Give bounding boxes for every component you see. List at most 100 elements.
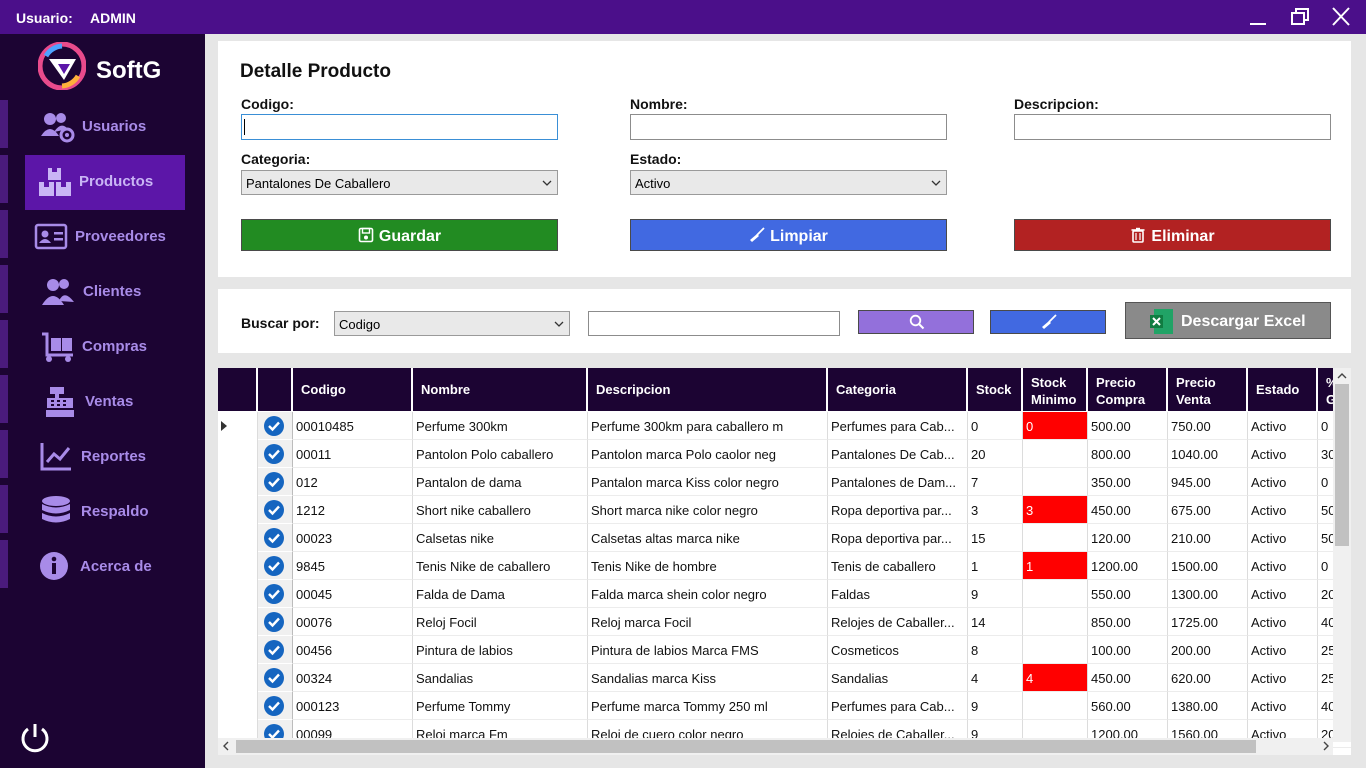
table-row[interactable]: 00011 Pantolon Polo caballero Pantolon mar…: [218, 440, 1351, 468]
maximize-button[interactable]: [1285, 4, 1315, 30]
column-header[interactable]: Categoria: [828, 368, 968, 411]
sidebar-item-clientes[interactable]: Clientes: [0, 265, 205, 320]
descargar-excel-button[interactable]: Descargar Excel: [1125, 302, 1331, 339]
row-selector[interactable]: [218, 440, 258, 468]
select-checkbox[interactable]: [258, 552, 293, 580]
search-button[interactable]: [858, 310, 974, 334]
select-checkbox[interactable]: [258, 440, 293, 468]
select-checkbox[interactable]: [258, 636, 293, 664]
cell-value: Activo: [1251, 615, 1287, 630]
table-row[interactable]: 1212 Short nike caballero Short marca nike…: [218, 496, 1351, 524]
estado-select[interactable]: Activo: [630, 170, 947, 195]
column-header[interactable]: Precio Compra: [1088, 368, 1168, 411]
row-selector[interactable]: [218, 692, 258, 720]
row-selector[interactable]: [218, 608, 258, 636]
estado-value: Activo: [635, 176, 671, 191]
select-checkbox[interactable]: [258, 412, 293, 440]
table-cell: 500.00: [1088, 412, 1168, 440]
sidebar-item-usuarios[interactable]: Usuarios: [0, 100, 205, 155]
column-header-label: Stock Minimo: [1031, 375, 1077, 407]
sidebar-item-productos[interactable]: Productos: [0, 155, 205, 210]
search-input[interactable]: [588, 311, 840, 336]
row-selector[interactable]: [218, 496, 258, 524]
scroll-left-icon[interactable]: [220, 740, 232, 752]
eliminar-button[interactable]: Eliminar: [1014, 219, 1331, 251]
row-selector[interactable]: [218, 552, 258, 580]
select-checkbox[interactable]: [258, 664, 293, 692]
column-header[interactable]: Descripcion: [588, 368, 828, 411]
cell-value: 945.00: [1171, 475, 1211, 490]
select-checkbox[interactable]: [258, 524, 293, 552]
column-header[interactable]: Estado: [1248, 368, 1318, 411]
column-header[interactable]: Stock Minimo: [1023, 368, 1088, 411]
products-table: Codigo Nombre Descripcion Categoria Stock Sto…: [218, 368, 1351, 755]
horizontal-scrollbar[interactable]: [218, 738, 1333, 755]
scroll-right-icon[interactable]: [1320, 740, 1332, 752]
table-row[interactable]: 9845 Tenis Nike de caballero Tenis Nike de…: [218, 552, 1351, 580]
select-checkbox[interactable]: [258, 692, 293, 720]
limpiar-button[interactable]: Limpiar: [630, 219, 947, 251]
row-selector[interactable]: [218, 664, 258, 692]
table-cell: Perfume Tommy: [413, 692, 588, 720]
column-header[interactable]: Codigo: [293, 368, 413, 411]
column-header[interactable]: Stock: [968, 368, 1023, 411]
cell-value: 1: [1026, 559, 1034, 574]
table-row[interactable]: 00010485 Perfume 300km Perfume 300km para …: [218, 412, 1351, 440]
vertical-scrollbar[interactable]: [1333, 368, 1351, 742]
table-cell: 1500.00: [1168, 552, 1248, 580]
table-cell: 20: [968, 440, 1023, 468]
row-selector[interactable]: [218, 412, 258, 440]
sidebar-item-acerca-de[interactable]: Acerca de: [0, 540, 205, 595]
table-row[interactable]: 012 Pantalon de dama Pantalon marca Kiss …: [218, 468, 1351, 496]
select-checkbox[interactable]: [258, 580, 293, 608]
close-button[interactable]: [1326, 4, 1356, 30]
row-selector[interactable]: [218, 524, 258, 552]
cell-value: 350.00: [1091, 475, 1131, 490]
categoria-select[interactable]: Pantalones De Caballero: [241, 170, 558, 195]
table-cell: 1200.00: [1088, 552, 1168, 580]
select-checkbox[interactable]: [258, 468, 293, 496]
table-cell: 450.00: [1088, 496, 1168, 524]
scroll-thumb[interactable]: [1335, 384, 1349, 546]
cell-value: 620.00: [1171, 671, 1211, 686]
column-header[interactable]: Nombre: [413, 368, 588, 411]
guardar-button[interactable]: Guardar: [241, 219, 558, 251]
table-row[interactable]: 00023 Calsetas nike Calsetas altas marca n…: [218, 524, 1351, 552]
minimize-button[interactable]: [1243, 4, 1273, 30]
table-cell: Calsetas altas marca nike: [588, 524, 828, 552]
power-icon[interactable]: [18, 720, 52, 754]
column-header[interactable]: Precio Venta: [1168, 368, 1248, 411]
table-cell: 1300.00: [1168, 580, 1248, 608]
table-cell: 15: [968, 524, 1023, 552]
codigo-field[interactable]: [241, 114, 558, 140]
cell-value: Pantalones De Cab...: [831, 447, 955, 462]
table-row[interactable]: 00076 Reloj Focil Reloj marca Focil Relojes…: [218, 608, 1351, 636]
sidebar-item-compras[interactable]: Compras: [0, 320, 205, 375]
nombre-field[interactable]: [630, 114, 947, 140]
table-cell: 1725.00: [1168, 608, 1248, 636]
cell-value: 550.00: [1091, 587, 1131, 602]
descripcion-field[interactable]: [1014, 114, 1331, 140]
table-row[interactable]: 00456 Pintura de labios Pintura de labios …: [218, 636, 1351, 664]
sidebar-item-respaldo[interactable]: Respaldo: [0, 485, 205, 540]
table-row[interactable]: 000123 Perfume Tommy Perfume marca Tommy 2…: [218, 692, 1351, 720]
sidebar-item-ventas[interactable]: Ventas: [0, 375, 205, 430]
sidebar-item-reportes[interactable]: Reportes: [0, 430, 205, 485]
cell-value: 1725.00: [1171, 615, 1218, 630]
clear-search-button[interactable]: [990, 310, 1106, 334]
select-checkbox[interactable]: [258, 496, 293, 524]
row-selector[interactable]: [218, 636, 258, 664]
row-selector[interactable]: [218, 580, 258, 608]
scroll-up-icon[interactable]: [1336, 370, 1348, 382]
table-row[interactable]: 00324 Sandalias Sandalias marca Kiss Sandal…: [218, 664, 1351, 692]
select-checkbox[interactable]: [258, 608, 293, 636]
cell-value: 0: [1321, 419, 1329, 434]
sidebar-item-proveedores[interactable]: Proveedores: [0, 210, 205, 265]
cell-value: 00456: [296, 643, 333, 658]
cell-value: 200.00: [1171, 643, 1211, 658]
scroll-thumb[interactable]: [236, 740, 1256, 753]
cell-value: Sandalias: [416, 671, 474, 686]
table-row[interactable]: 00045 Falda de Dama Falda marca shein colo…: [218, 580, 1351, 608]
buscar-por-select[interactable]: Codigo: [334, 311, 570, 336]
row-selector[interactable]: [218, 468, 258, 496]
